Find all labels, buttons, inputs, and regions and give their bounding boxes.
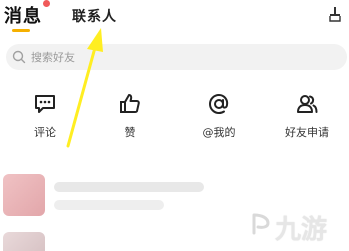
tab-contacts[interactable]: 联系人 <box>72 6 117 26</box>
top-tab-bar: 消息 联系人 <box>0 0 349 36</box>
action-comment-label: 评论 <box>34 126 56 139</box>
action-mention-label: @我的 <box>202 126 236 139</box>
unread-badge <box>43 0 50 7</box>
action-friend-request-label: 好友申请 <box>285 126 329 139</box>
search-icon <box>12 50 26 64</box>
action-like[interactable]: 赞 <box>90 88 170 148</box>
action-mention[interactable]: @我的 <box>179 88 259 148</box>
list-item-preview <box>54 200 164 210</box>
comment-icon <box>35 95 55 113</box>
broom-icon[interactable] <box>327 6 343 22</box>
action-friend-request[interactable]: 好友申请 <box>267 88 347 148</box>
friend-request-icon <box>297 95 318 113</box>
list-item[interactable] <box>54 182 204 192</box>
watermark-text: 九游 <box>275 215 328 245</box>
watermark-logo-icon <box>252 213 270 235</box>
action-like-label: 赞 <box>124 126 136 139</box>
at-icon <box>208 93 229 115</box>
notification-actions: 评论 赞 @我的 好友申请 <box>0 88 349 148</box>
avatar[interactable] <box>3 174 45 216</box>
action-comment[interactable]: 评论 <box>5 88 85 148</box>
search-bar[interactable]: 搜索好友 <box>6 44 347 70</box>
watermark: 九游 <box>247 205 343 245</box>
active-tab-indicator <box>12 29 30 32</box>
tab-messages[interactable]: 消息 <box>4 2 42 28</box>
search-input[interactable]: 搜索好友 <box>31 49 75 65</box>
thumbs-up-icon <box>120 94 140 113</box>
avatar[interactable] <box>3 232 45 251</box>
